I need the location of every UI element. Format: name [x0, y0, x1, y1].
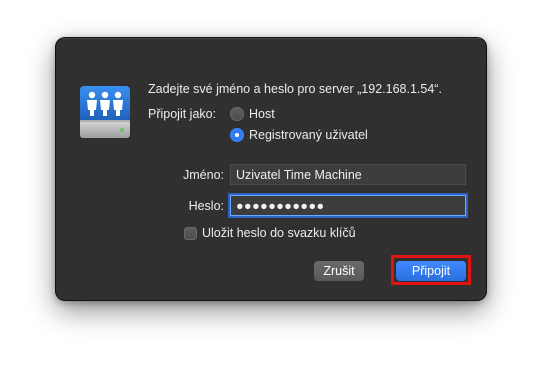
name-field[interactable]: Uzivatel Time Machine: [230, 164, 466, 185]
network-server-icon: [80, 86, 130, 138]
radio-registered-user[interactable]: Registrovaný uživatel: [230, 128, 368, 142]
connect-button-highlight: [391, 255, 471, 285]
radio-guest[interactable]: Host: [230, 107, 275, 121]
keychain-checkbox[interactable]: [184, 226, 197, 240]
password-field[interactable]: ●●●●●●●●●●●: [230, 195, 466, 216]
keychain-label: Uložit heslo do svazku klíčů: [202, 226, 356, 240]
radio-button[interactable]: [230, 107, 244, 121]
radio-label: Host: [249, 107, 275, 121]
server-prompt: Zadejte své jméno a heslo pro server „19…: [148, 82, 442, 96]
cancel-button[interactable]: Zrušit: [314, 261, 364, 281]
radio-button[interactable]: [230, 128, 244, 142]
radio-label: Registrovaný uživatel: [249, 128, 368, 142]
keychain-option[interactable]: Uložit heslo do svazku klíčů: [184, 226, 356, 240]
connect-as-label: Připojit jako:: [148, 107, 217, 121]
name-label: Jméno:: [183, 168, 224, 182]
password-label: Heslo:: [188, 199, 224, 213]
